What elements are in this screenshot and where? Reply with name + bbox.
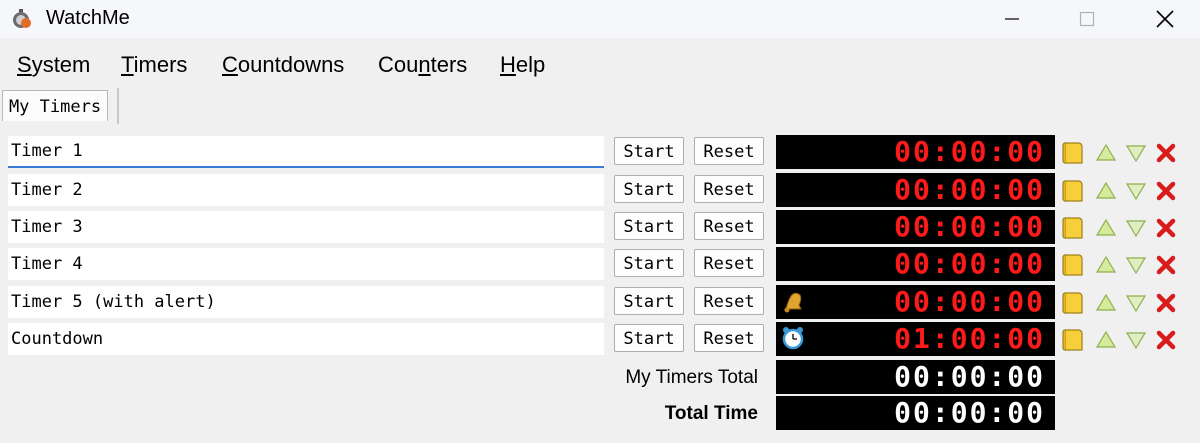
timer-name-input[interactable] (8, 323, 604, 355)
delete-icon[interactable] (1154, 252, 1178, 278)
maximize-button[interactable] (1057, 0, 1117, 38)
timer-row: Start Reset 00:00:00 (0, 247, 1200, 282)
move-down-icon[interactable] (1124, 290, 1148, 316)
timer-time: 00:00:00 (894, 210, 1045, 243)
delete-icon[interactable] (1154, 178, 1178, 204)
total-time-display: 00:00:00 (776, 396, 1055, 430)
close-window-button[interactable] (1135, 0, 1195, 38)
timer-row: Start Reset 00:00:00 (0, 135, 1200, 170)
minimize-button[interactable] (982, 0, 1042, 38)
notes-icon[interactable] (1061, 327, 1085, 353)
timer-row: Start Reset 00:00:00 (0, 210, 1200, 245)
menu-counters[interactable]: Counters (378, 52, 467, 78)
move-up-icon[interactable] (1094, 327, 1118, 353)
timer-name-input[interactable] (8, 174, 604, 206)
group-total-label: My Timers Total (625, 367, 758, 388)
move-down-icon[interactable] (1124, 215, 1148, 241)
timer-display: 01:00:00 (776, 322, 1055, 356)
move-up-icon[interactable] (1094, 178, 1118, 204)
tab-my-timers[interactable]: My Timers (2, 90, 108, 121)
menu-countdowns[interactable]: Countdowns (222, 52, 344, 78)
total-time-value: 00:00:00 (894, 396, 1045, 429)
reset-button[interactable]: Reset (694, 324, 764, 352)
maximize-icon (1079, 11, 1095, 27)
title-bar: WatchMe (0, 0, 1200, 38)
delete-icon[interactable] (1154, 215, 1178, 241)
move-down-icon[interactable] (1124, 178, 1148, 204)
move-up-icon[interactable] (1094, 215, 1118, 241)
notes-icon[interactable] (1061, 140, 1085, 166)
timer-name-input[interactable] (8, 211, 604, 243)
start-button[interactable]: Start (614, 287, 684, 315)
notes-icon[interactable] (1061, 215, 1085, 241)
alarm-clock-icon[interactable] (780, 324, 806, 352)
window-title: WatchMe (46, 7, 130, 29)
move-up-icon[interactable] (1094, 290, 1118, 316)
total-time-label: Total Time (664, 403, 758, 424)
bell-icon[interactable] (780, 287, 806, 315)
reset-button[interactable]: Reset (694, 212, 764, 240)
minimize-icon (1005, 18, 1019, 20)
timer-row: Start Reset 01:00:00 (0, 322, 1200, 357)
group-total-time: 00:00:00 (894, 360, 1045, 393)
timer-time: 00:00:00 (894, 173, 1045, 206)
timer-time: 00:00:00 (894, 135, 1045, 168)
group-total-display: 00:00:00 (776, 360, 1055, 394)
menu-help[interactable]: Help (500, 52, 545, 78)
reset-button[interactable]: Reset (694, 249, 764, 277)
move-down-icon[interactable] (1124, 252, 1148, 278)
start-button[interactable]: Start (614, 212, 684, 240)
reset-button[interactable]: Reset (694, 137, 764, 165)
tab-strip: My Timers (0, 88, 1200, 124)
start-button[interactable]: Start (614, 324, 684, 352)
timer-display: 00:00:00 (776, 285, 1055, 319)
menu-bar: System Timers Countdowns Counters Help (0, 52, 1200, 82)
timer-name-input[interactable] (8, 248, 604, 280)
timer-display: 00:00:00 (776, 210, 1055, 244)
move-down-icon[interactable] (1124, 140, 1148, 166)
timer-display: 00:00:00 (776, 173, 1055, 207)
timer-name-input[interactable] (8, 136, 604, 168)
start-button[interactable]: Start (614, 175, 684, 203)
notes-icon[interactable] (1061, 178, 1085, 204)
timer-time: 01:00:00 (894, 322, 1045, 355)
menu-system[interactable]: System (17, 52, 90, 78)
reset-button[interactable]: Reset (694, 287, 764, 315)
timer-display: 00:00:00 (776, 135, 1055, 169)
move-up-icon[interactable] (1094, 140, 1118, 166)
start-button[interactable]: Start (614, 137, 684, 165)
move-up-icon[interactable] (1094, 252, 1118, 278)
timer-name-input[interactable] (8, 286, 604, 318)
close-icon (1156, 10, 1174, 28)
start-button[interactable]: Start (614, 249, 684, 277)
notes-icon[interactable] (1061, 290, 1085, 316)
timer-time: 00:00:00 (894, 247, 1045, 280)
notes-icon[interactable] (1061, 252, 1085, 278)
move-down-icon[interactable] (1124, 327, 1148, 353)
delete-icon[interactable] (1154, 290, 1178, 316)
timer-time: 00:00:00 (894, 285, 1045, 318)
timer-display: 00:00:00 (776, 247, 1055, 281)
tab-separator (117, 88, 119, 124)
delete-icon[interactable] (1154, 327, 1178, 353)
app-icon (13, 9, 31, 28)
delete-icon[interactable] (1154, 140, 1178, 166)
timer-row: Start Reset 00:00:00 (0, 285, 1200, 320)
reset-button[interactable]: Reset (694, 175, 764, 203)
menu-timers[interactable]: Timers (121, 52, 187, 78)
timer-row: Start Reset 00:00:00 (0, 173, 1200, 208)
